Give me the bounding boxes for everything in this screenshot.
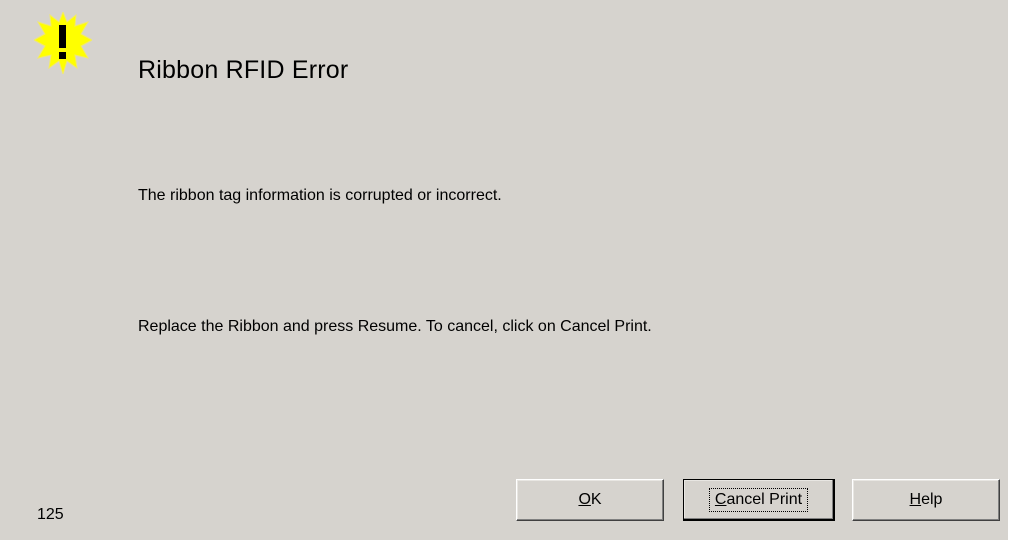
help-label-rest: elp	[921, 491, 943, 508]
error-message-line-2: Replace the Ribbon and press Resume. To …	[138, 318, 652, 335]
exclamation-dot	[59, 52, 66, 59]
ok-label-rest: K	[590, 491, 602, 508]
error-code: 125	[37, 506, 64, 523]
ok-button[interactable]: OK	[516, 479, 664, 521]
help-button-label: Help	[910, 491, 943, 509]
cancel-print-button[interactable]: Cancel Print	[683, 479, 835, 521]
error-message-line-1: The ribbon tag information is corrupted …	[138, 187, 502, 204]
help-button[interactable]: Help	[852, 479, 1000, 521]
ok-button-label: OK	[578, 491, 601, 509]
help-mnemonic: H	[909, 491, 922, 508]
cancel-mnemonic: C	[714, 490, 727, 508]
exclamation-bar	[59, 25, 66, 48]
error-dialog: Ribbon RFID Error The ribbon tag informa…	[0, 0, 1011, 544]
warning-exclamation-icon	[34, 12, 92, 74]
dialog-title: Ribbon RFID Error	[138, 56, 349, 84]
ok-mnemonic: O	[578, 491, 591, 508]
cancel-print-button-label: Cancel Print	[708, 487, 809, 512]
cancel-label-rest: ancel Print	[726, 490, 803, 508]
